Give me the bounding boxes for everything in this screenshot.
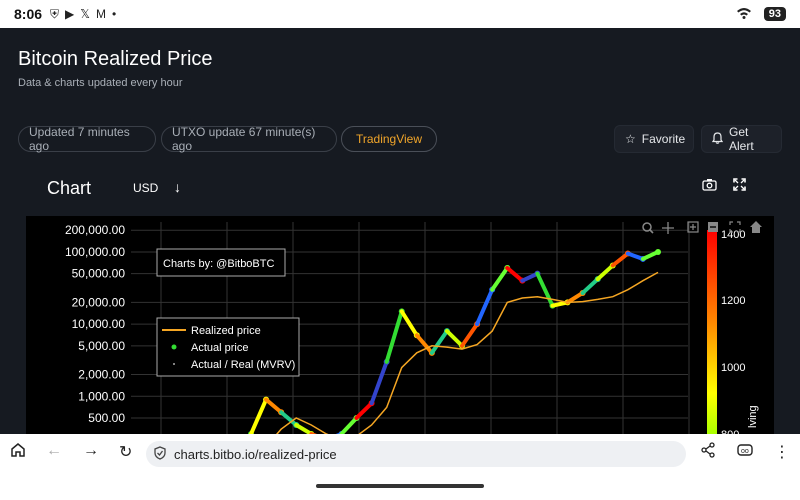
actual-price-segment (595, 263, 615, 282)
actual-price-segment (369, 359, 389, 406)
page-subtitle: Data & charts updated every hour (18, 77, 183, 89)
svg-text:oo: oo (741, 448, 749, 455)
zoom-out-icon[interactable] (708, 222, 718, 232)
colorbar-tick-label: 1200 (721, 295, 745, 307)
pan-icon[interactable] (662, 222, 674, 234)
colorbar-tick-label: 1400 (721, 229, 745, 241)
y-tick-label: 5,000.00 (78, 339, 125, 353)
browser-toolbar: ← → ↻ charts.bitbo.io/realized-price oo … (0, 434, 800, 474)
updated-pill: Updated 7 minutes ago (18, 125, 156, 153)
reload-icon[interactable]: ↻ (119, 442, 132, 462)
battery-level: 93 (763, 7, 786, 21)
home-icon[interactable] (10, 442, 26, 463)
camera-icon[interactable] (702, 178, 717, 194)
utxo-pill: UTXO update 67 minute(s) ago (161, 125, 337, 153)
x-status-icon: 𝕏 (80, 7, 90, 21)
actual-price-segment (249, 397, 269, 434)
shield-status-icon: ⛨ (50, 6, 60, 21)
currency-select[interactable]: USD (133, 181, 158, 195)
url-text: charts.bitbo.io/realized-price (174, 446, 337, 462)
gesture-handle[interactable] (316, 484, 484, 488)
actual-price-segment (339, 415, 359, 434)
actual-price-segment (475, 287, 495, 327)
y-tick-label: 10,000.00 (72, 317, 126, 331)
actual-price-segment (490, 265, 510, 292)
bell-icon (711, 131, 724, 147)
actual-price-segment (610, 251, 630, 268)
tradingview-button[interactable]: TradingView (341, 126, 437, 152)
legend-label-mvrv: Actual / Real (MVRV) (191, 359, 295, 371)
actual-price-segment (264, 397, 284, 415)
watermark-box: Charts by: @BitboBTC (156, 248, 286, 277)
y-tick-label: 20,000.00 (72, 295, 126, 309)
more-options-icon[interactable]: ⋮ (774, 442, 790, 462)
get-alert-button[interactable]: Get Alert (701, 125, 782, 153)
y-tick-label: 500.00 (88, 411, 125, 425)
colorbar-label: lving (747, 405, 759, 428)
actual-price-segment (580, 277, 600, 295)
star-icon: ☆ (625, 132, 636, 146)
actual-price-segment (429, 329, 449, 355)
actual-price-segment (460, 322, 480, 348)
favorite-label: Favorite (641, 132, 686, 146)
youtube-status-icon: ▶ (65, 7, 75, 21)
status-time: 8:06 (14, 6, 43, 22)
page-content: Bitcoin Realized Price Data & charts upd… (0, 28, 800, 434)
gesture-bar (0, 474, 800, 500)
home-icon[interactable] (750, 221, 762, 233)
wifi-icon (736, 7, 752, 22)
legend-swatch-mvrv (173, 363, 175, 365)
actual-price-segment (294, 422, 314, 434)
legend-label-actual: Actual price (191, 342, 248, 354)
page-title: Bitcoin Realized Price (18, 48, 213, 70)
app-status-icon: M (95, 7, 106, 21)
y-tick-label: 1,000.00 (78, 389, 125, 403)
tabs-icon[interactable]: oo (737, 442, 753, 463)
actual-price-segment (625, 251, 645, 261)
y-tick-label: 100,000.00 (65, 245, 125, 259)
zoom-icon[interactable] (642, 222, 654, 234)
colorbar-tick-label: 1000 (721, 362, 745, 374)
y-tick-label: 200,000.00 (65, 223, 125, 237)
chart-area[interactable]: 200,000.00 100,000.00 50,000.00 20,000.00 10… (26, 216, 774, 434)
actual-price-segment (640, 249, 660, 261)
colorbar (707, 230, 717, 434)
get-alert-label: Get Alert (729, 125, 754, 153)
realized-price-chart[interactable]: 200,000.00 100,000.00 50,000.00 20,000.00 10… (26, 216, 774, 434)
actual-price-segment (384, 309, 404, 364)
status-bar: 8:06 ⛨ ▶ 𝕏 M • 93 (0, 0, 800, 28)
actual-price-segment (520, 271, 540, 283)
watermark-text: Charts by: @BitboBTC (163, 258, 274, 270)
favorite-button[interactable]: ☆ Favorite (614, 125, 694, 153)
shield-check-icon (154, 445, 166, 463)
share-icon[interactable] (700, 442, 716, 463)
back-arrow-icon[interactable]: ← (46, 442, 62, 460)
actual-price-segment (505, 265, 525, 283)
fullscreen-icon[interactable] (733, 178, 746, 194)
realized-price-line (275, 271, 659, 434)
address-bar[interactable]: charts.bitbo.io/realized-price (146, 441, 686, 467)
y-tick-label: 50,000.00 (72, 267, 126, 281)
actual-price-segment (535, 271, 555, 308)
legend-swatch-actual (171, 344, 177, 350)
y-tick-label: 2,000.00 (78, 368, 125, 382)
chart-title: Chart (47, 178, 92, 198)
legend-label-realized: Realized price (191, 325, 261, 337)
forward-arrow-icon[interactable]: → (83, 442, 99, 460)
arrow-down-icon[interactable]: ↓ (174, 179, 181, 195)
actual-price-segment (399, 309, 419, 338)
dot-status-icon: • (111, 7, 117, 21)
actual-price-segment (414, 333, 434, 355)
actual-price-segment (444, 329, 465, 348)
chart-legend: Realized price Actual price Actual / Rea… (156, 317, 300, 377)
